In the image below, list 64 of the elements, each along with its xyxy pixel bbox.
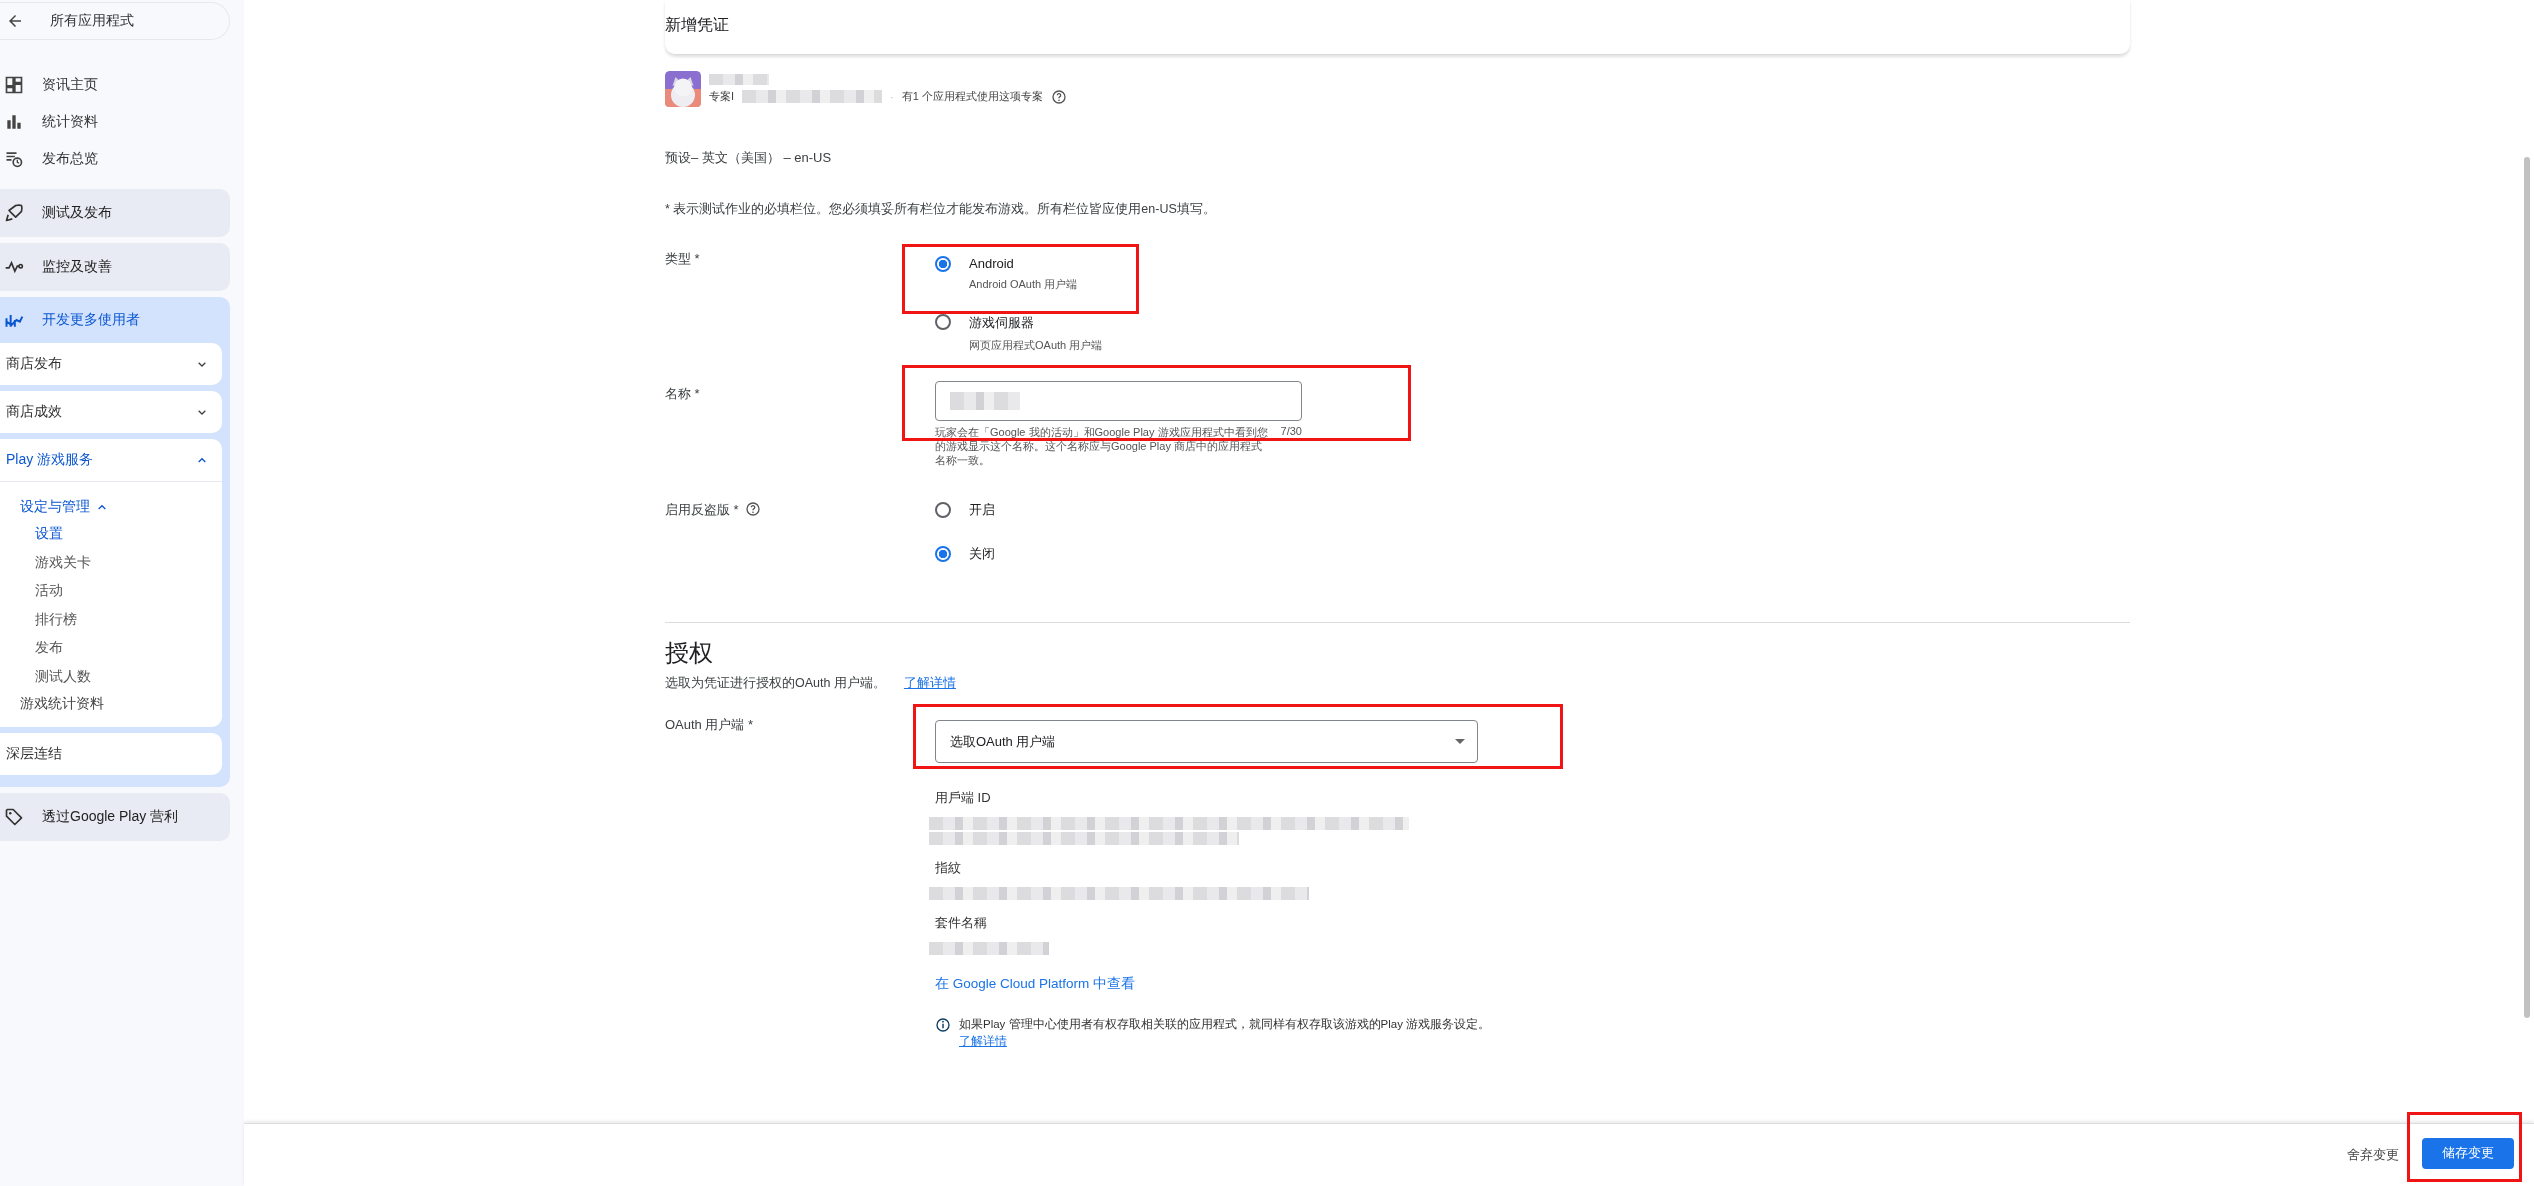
nav-item[interactable]: 游戏统计资料: [0, 691, 104, 717]
field-label: 类型 *: [665, 250, 700, 268]
page-title: 新增凭证: [665, 14, 729, 35]
option-label: 开启: [969, 501, 995, 519]
project-id-label: 专案I: [709, 89, 735, 104]
nav-group[interactable]: Play 游戏服务: [0, 439, 222, 481]
radio-button[interactable]: [935, 546, 951, 562]
nav-item[interactable]: 活动: [0, 577, 63, 606]
nav-section[interactable]: 开发更多使用者: [0, 297, 230, 343]
back-link[interactable]: 所有应用程式: [0, 2, 230, 40]
tag-icon: [4, 807, 24, 827]
field-label: 名称 *: [665, 385, 700, 403]
scrollbar[interactable]: [2524, 157, 2530, 1018]
oauth-client-dropdown[interactable]: 选取OAuth 用户端: [935, 720, 1478, 763]
help-icon: [1050, 88, 1067, 105]
apps-note: 有1 个应用程式使用这项专案: [901, 89, 1043, 104]
detail-label: 用戶端 ID: [935, 789, 992, 807]
detail-label: 指紋: [935, 859, 962, 877]
radio-button[interactable]: [935, 314, 951, 330]
radio-button[interactable]: [935, 502, 951, 518]
dashboard-icon: [4, 74, 24, 95]
field-label: OAuth 用户端 *: [665, 716, 754, 734]
cloud-platform-link[interactable]: 在 Google Cloud Platform 中查看: [935, 975, 1136, 993]
option-description: Android OAuth 用户端: [969, 277, 1078, 292]
section-description: 选取为凭证进行授权的OAuth 用户端。: [665, 675, 886, 692]
nav-item[interactable]: 排行榜: [0, 605, 77, 634]
nav-link[interactable]: 发布总览: [0, 140, 230, 177]
redacted-text: [950, 392, 1020, 410]
discard-button[interactable]: 舍弃变更: [2339, 1146, 2407, 1164]
nav-item[interactable]: 测试人数: [0, 662, 91, 691]
option-description: 网页应用程式OAuth 用户端: [969, 338, 1103, 353]
language-label: 预设– 英文（美国） – en-US: [665, 149, 833, 167]
section-heading: 授权: [665, 638, 714, 668]
required-note: * 表示测试作业的必填栏位。您必须填妥所有栏位才能发布游戏。所有栏位皆应使用en-US填写。: [665, 201, 1217, 218]
option-label: 关闭: [969, 545, 995, 563]
detail-label: 套件名稱: [935, 914, 988, 932]
learn-more-link[interactable]: 了解详情: [903, 675, 956, 692]
save-button[interactable]: 储存变更: [2422, 1138, 2514, 1169]
nav-item[interactable]: 设定与管理: [0, 494, 110, 520]
character-counter: 7/30: [1280, 425, 1302, 439]
nav-section[interactable]: 监控及改善: [0, 243, 230, 291]
radio-button[interactable]: [935, 256, 951, 272]
nav-item[interactable]: 游戏关卡: [0, 548, 91, 577]
separator-dot: ·: [890, 90, 894, 103]
learn-more-link[interactable]: 了解详情: [959, 1034, 1007, 1049]
redacted-text: [709, 73, 769, 85]
info-icon: [935, 1017, 951, 1033]
nav-link[interactable]: 资讯主页: [0, 66, 230, 103]
helper-text: 玩家会在「Google 我的活动」和Google Play 游戏应用程式中看到您的游戏显示这个名称。这个名称应与Google Play 商店中的应用程式名称一致。: [935, 425, 1269, 467]
nav-group[interactable]: 商店成效: [0, 391, 222, 433]
nav-item[interactable]: 发布: [0, 634, 63, 663]
nav-link[interactable]: 统计资料: [0, 103, 230, 140]
nav-section[interactable]: 测试及发布: [0, 189, 230, 237]
option-label: 游戏伺服器: [969, 314, 1035, 332]
field-label: 启用反盗版 *: [665, 501, 739, 519]
nav-group[interactable]: 商店发布: [0, 343, 222, 385]
info-message: 如果Play 管理中心使用者有权存取相关联的应用程式，就同样有权存取该游戏的Play 游戏服务设定。: [959, 1017, 1491, 1032]
dropdown-caret-icon: [1455, 739, 1465, 744]
nav-item[interactable]: 设置: [0, 520, 63, 549]
option-label: Android: [969, 256, 1015, 271]
nav-section[interactable]: 透过Google Play 营利: [0, 793, 230, 841]
name-field[interactable]: [935, 381, 1302, 421]
help-icon: [744, 501, 761, 517]
nav-group[interactable]: 深层连结: [0, 733, 222, 775]
